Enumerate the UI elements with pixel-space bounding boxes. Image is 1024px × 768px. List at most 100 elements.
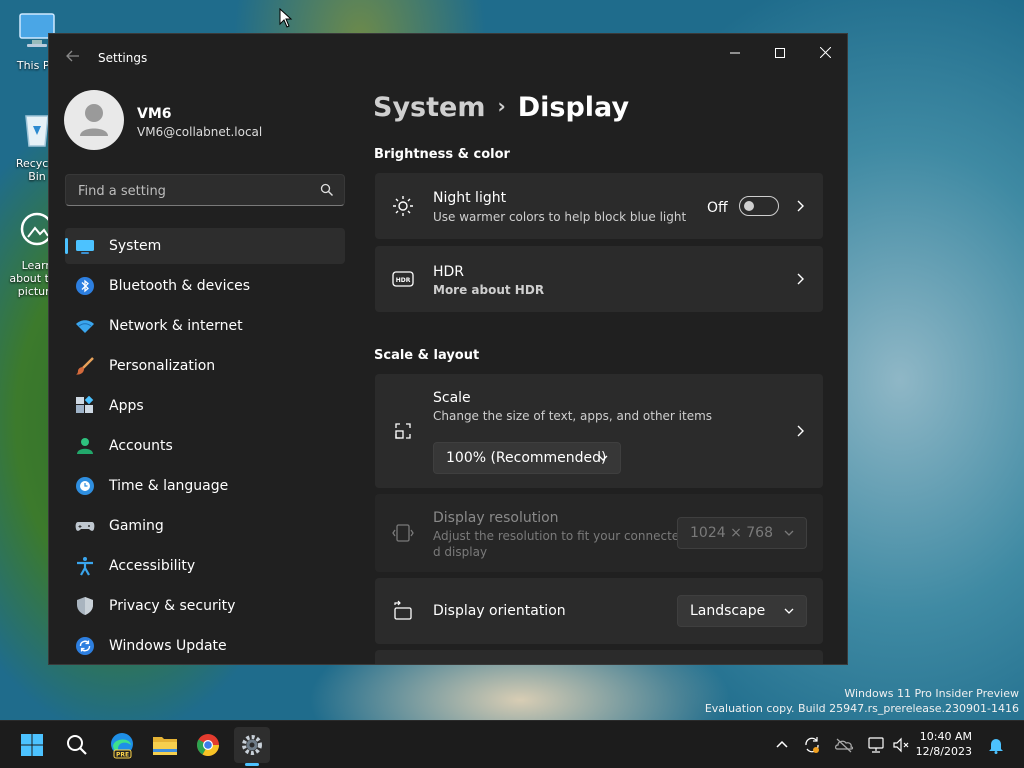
avatar[interactable] — [64, 90, 124, 150]
display-orientation-card[interactable]: Display orientation Landscape — [375, 578, 823, 644]
svg-text:PRE: PRE — [116, 752, 129, 759]
hdr-card[interactable]: HDR HDR More about HDR — [375, 246, 823, 312]
night-light-state: Off — [707, 200, 728, 216]
window-title: Settings — [98, 51, 148, 65]
notification-bell-icon[interactable] — [986, 735, 1006, 755]
display-resolution-card: Display resolution Adjust the resolution… — [375, 494, 823, 572]
watermark-line-2: Evaluation copy. Build 25947.rs_prerelea… — [704, 702, 1019, 715]
taskbar-chrome-button[interactable] — [190, 727, 226, 763]
breadcrumb: System › Display — [373, 92, 629, 123]
taskbar-settings-button[interactable] — [234, 727, 270, 766]
scale-subtitle: Change the size of text, apps, and other… — [433, 409, 713, 423]
user-silhouette-icon — [80, 104, 108, 136]
search-input[interactable] — [76, 175, 320, 207]
hdr-title: HDR — [433, 264, 465, 280]
search-box — [65, 174, 345, 207]
display-resolution-subtitle-1: Adjust the resolution to fit your connec… — [433, 529, 680, 543]
person-icon — [77, 438, 93, 454]
taskbar: PRE 10:40 AM 12/8/2023 — [0, 720, 1024, 768]
sidebar-item-label: Bluetooth & devices — [109, 278, 251, 294]
start-button[interactable] — [14, 727, 50, 763]
night-light-toggle[interactable] — [739, 196, 779, 216]
title-bar[interactable]: Settings — [49, 34, 847, 82]
globe-clock-icon — [76, 477, 94, 495]
page-title: Display — [517, 92, 630, 123]
sidebar-item-label: Accounts — [109, 438, 173, 454]
sidebar-item-personalization[interactable]: Personalization — [65, 348, 345, 384]
taskbar-file-explorer-button[interactable] — [147, 727, 183, 763]
windows-watermark: Windows 11 Pro Insider Preview Evaluatio… — [705, 686, 1019, 716]
sidebar-item-network[interactable]: Network & internet — [65, 308, 345, 344]
scale-card[interactable]: Scale Change the size of text, apps, and… — [375, 374, 823, 488]
monitor-icon — [76, 240, 94, 254]
sidebar-item-label: Accessibility — [109, 558, 196, 574]
sidebar-item-label: Windows Update — [109, 638, 227, 654]
watermark-line-1: Windows 11 Pro Insider Preview — [844, 687, 1019, 700]
search-icon — [67, 735, 87, 755]
search-icon[interactable] — [320, 183, 334, 197]
sidebar-item-privacy-security[interactable]: Privacy & security — [65, 588, 345, 624]
taskbar-search-button[interactable] — [59, 727, 95, 763]
night-light-card[interactable]: Night light Use warmer colors to help bl… — [375, 173, 823, 239]
next-setting-card[interactable] — [375, 650, 823, 664]
toggle-knob — [744, 201, 754, 211]
sidebar-item-accounts[interactable]: Accounts — [65, 428, 345, 464]
back-button[interactable] — [63, 48, 83, 68]
sidebar-item-label: Personalization — [109, 358, 216, 374]
sidebar-item-accessibility[interactable]: Accessibility — [65, 548, 345, 584]
chevron-right-icon — [797, 200, 804, 212]
chevron-down-icon — [784, 608, 794, 614]
scale-dropdown[interactable]: 100% (Recommended) — [433, 442, 621, 474]
scale-dropdown-value: 100% (Recommended) — [446, 450, 607, 466]
onedrive-offline-icon[interactable] — [834, 735, 854, 755]
sync-icon[interactable] — [802, 735, 822, 755]
network-wired-icon[interactable] — [866, 735, 886, 755]
svg-text:HDR: HDR — [396, 277, 411, 284]
sidebar-item-label: Time & language — [109, 478, 229, 494]
arrow-left-icon — [66, 50, 79, 62]
close-button[interactable] — [802, 39, 847, 69]
sidebar-item-system[interactable]: System — [65, 228, 345, 264]
orientation-icon — [394, 600, 412, 620]
minimize-button[interactable] — [712, 39, 758, 69]
update-icon — [76, 637, 94, 655]
resolution-dropdown: 1024 × 768 — [677, 517, 807, 549]
accessibility-icon — [77, 557, 93, 576]
orientation-dropdown-value: Landscape — [690, 603, 766, 619]
sidebar-item-label: Gaming — [109, 518, 164, 534]
hdr-icon: HDR — [392, 271, 414, 287]
sidebar-item-time-language[interactable]: Time & language — [65, 468, 345, 504]
settings-icon — [242, 735, 262, 755]
minimize-icon — [730, 52, 740, 54]
night-light-subtitle: Use warmer colors to help block blue lig… — [433, 210, 687, 224]
resolution-icon — [392, 524, 414, 542]
chevron-right-icon — [797, 273, 804, 285]
chevron-up-icon[interactable] — [772, 735, 792, 755]
clock-date: 12/8/2023 — [915, 745, 972, 758]
resolution-dropdown-value: 1024 × 768 — [690, 525, 773, 541]
hdr-link[interactable]: More about HDR — [433, 283, 544, 297]
user-email: VM6@collabnet.local — [137, 125, 263, 139]
sidebar-nav: System Bluetooth & devices Network & int… — [65, 228, 345, 664]
sidebar-item-gaming[interactable]: Gaming — [65, 508, 345, 544]
orientation-dropdown[interactable]: Landscape — [677, 595, 807, 627]
apps-icon — [76, 396, 94, 413]
display-resolution-subtitle-2: d display — [433, 545, 488, 559]
sidebar-item-windows-update[interactable]: Windows Update — [65, 628, 345, 664]
display-resolution-title: Display resolution — [433, 510, 559, 526]
sidebar-item-apps[interactable]: Apps — [65, 388, 345, 424]
bluetooth-icon — [76, 277, 94, 295]
controller-icon — [75, 522, 95, 531]
sidebar-item-bluetooth[interactable]: Bluetooth & devices — [65, 268, 345, 304]
night-light-title: Night light — [433, 190, 507, 206]
taskbar-clock[interactable]: 10:40 AM 12/8/2023 — [916, 729, 972, 759]
breadcrumb-parent[interactable]: System — [373, 92, 485, 123]
taskbar-edge-button[interactable]: PRE — [104, 727, 140, 763]
section-title-brightness: Brightness & color — [374, 147, 510, 162]
maximize-icon — [775, 48, 785, 58]
volume-muted-icon[interactable] — [891, 735, 911, 755]
maximize-button[interactable] — [757, 39, 803, 69]
wifi-icon — [76, 320, 94, 333]
paintbrush-icon — [76, 357, 94, 375]
brightness-icon — [393, 196, 413, 216]
